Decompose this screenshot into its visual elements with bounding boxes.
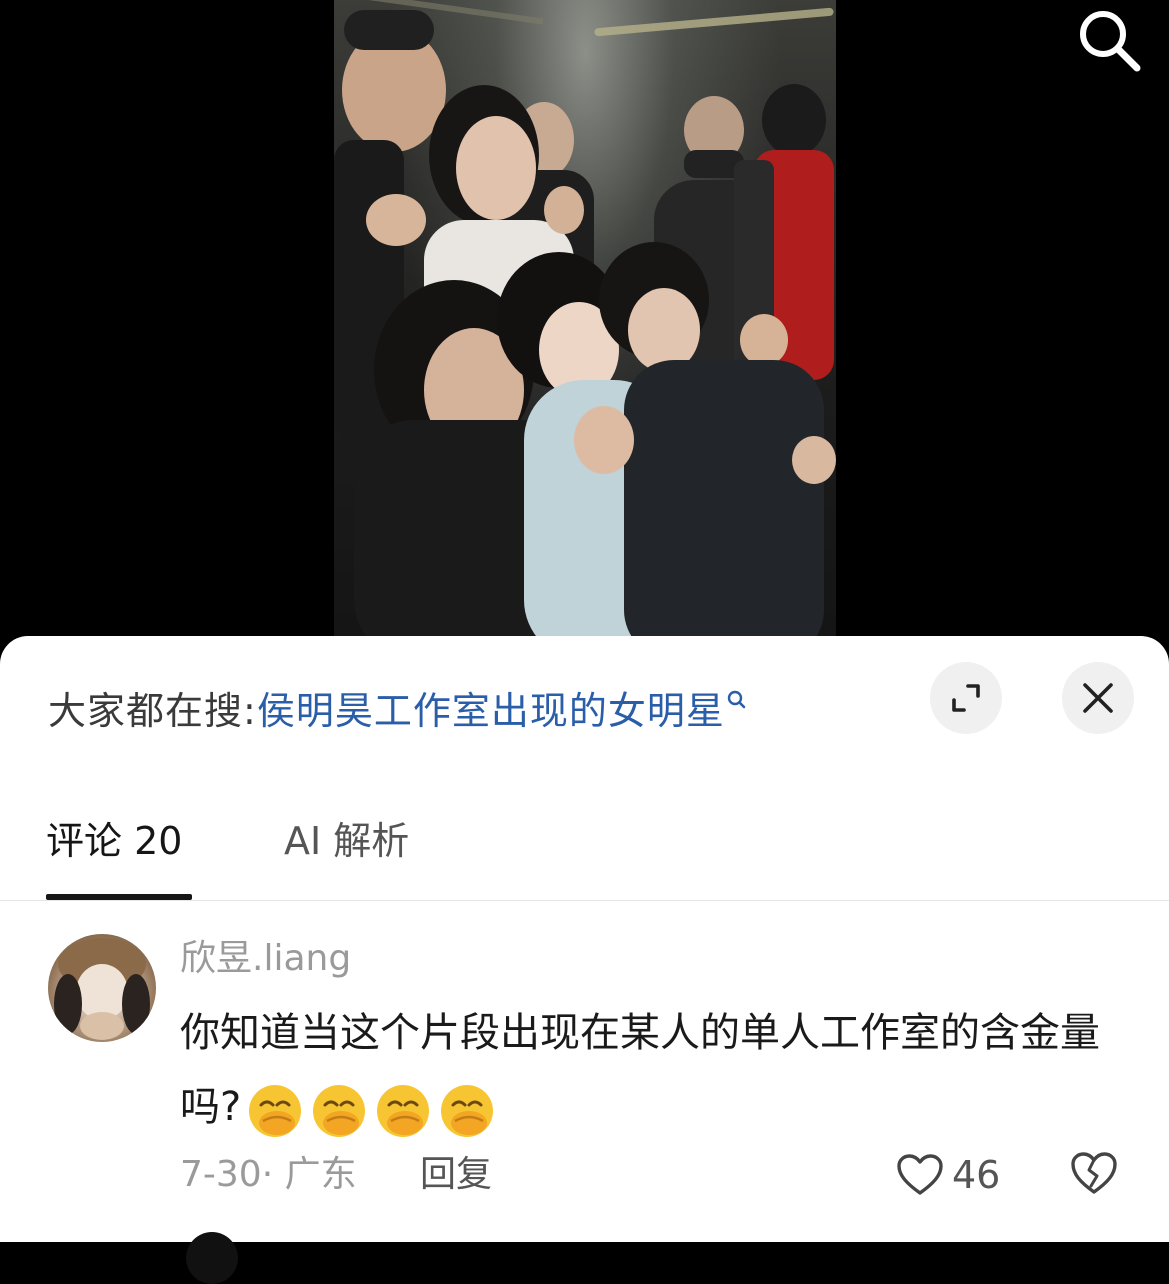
heart-icon — [897, 1154, 943, 1195]
video-player[interactable] — [0, 0, 1169, 660]
comment-username[interactable]: 欣昱.liang — [180, 934, 351, 984]
dislike-button[interactable] — [1070, 1150, 1118, 1200]
close-icon — [1083, 683, 1113, 713]
hand-over-mouth-emoji — [377, 1085, 430, 1137]
broken-heart-icon — [1071, 1152, 1117, 1194]
emoji-row — [247, 1072, 503, 1146]
hand-over-mouth-emoji — [441, 1085, 494, 1137]
search-button[interactable] — [1075, 6, 1143, 74]
expand-icon — [952, 684, 980, 712]
tab-ai-analysis[interactable]: AI 解析 — [284, 810, 409, 872]
next-comment-avatar[interactable] — [186, 1232, 238, 1284]
comment-meta: 7-30· 广东 — [180, 1154, 357, 1195]
suggestion-prefix: 大家都在搜: — [48, 689, 257, 733]
tab-divider — [0, 900, 1169, 901]
avatar[interactable] — [48, 934, 156, 1042]
tab-comments[interactable]: 评论 20 — [46, 810, 182, 872]
suggestion-query-link[interactable]: 侯明昊工作室出现的女明星 — [257, 689, 725, 733]
like-button[interactable]: 46 — [896, 1148, 1000, 1202]
comment-body: 你知道当这个片段出现在某人的单人工作室的含金量吗? — [180, 996, 1120, 1146]
search-icon — [727, 690, 746, 709]
like-count: 46 — [952, 1153, 1001, 1197]
avatar-image — [54, 938, 150, 1040]
video-scene — [334, 10, 836, 660]
search-suggestion[interactable]: 大家都在搜:侯明昊工作室出现的女明星 — [48, 684, 747, 738]
video-frame[interactable] — [334, 0, 836, 660]
search-icon — [1080, 11, 1141, 72]
expand-button[interactable] — [930, 662, 1002, 734]
close-button[interactable] — [1062, 662, 1134, 734]
hand-over-mouth-emoji — [249, 1085, 302, 1137]
reply-button[interactable]: 回复 — [420, 1150, 492, 1200]
hand-over-mouth-emoji — [313, 1085, 366, 1137]
